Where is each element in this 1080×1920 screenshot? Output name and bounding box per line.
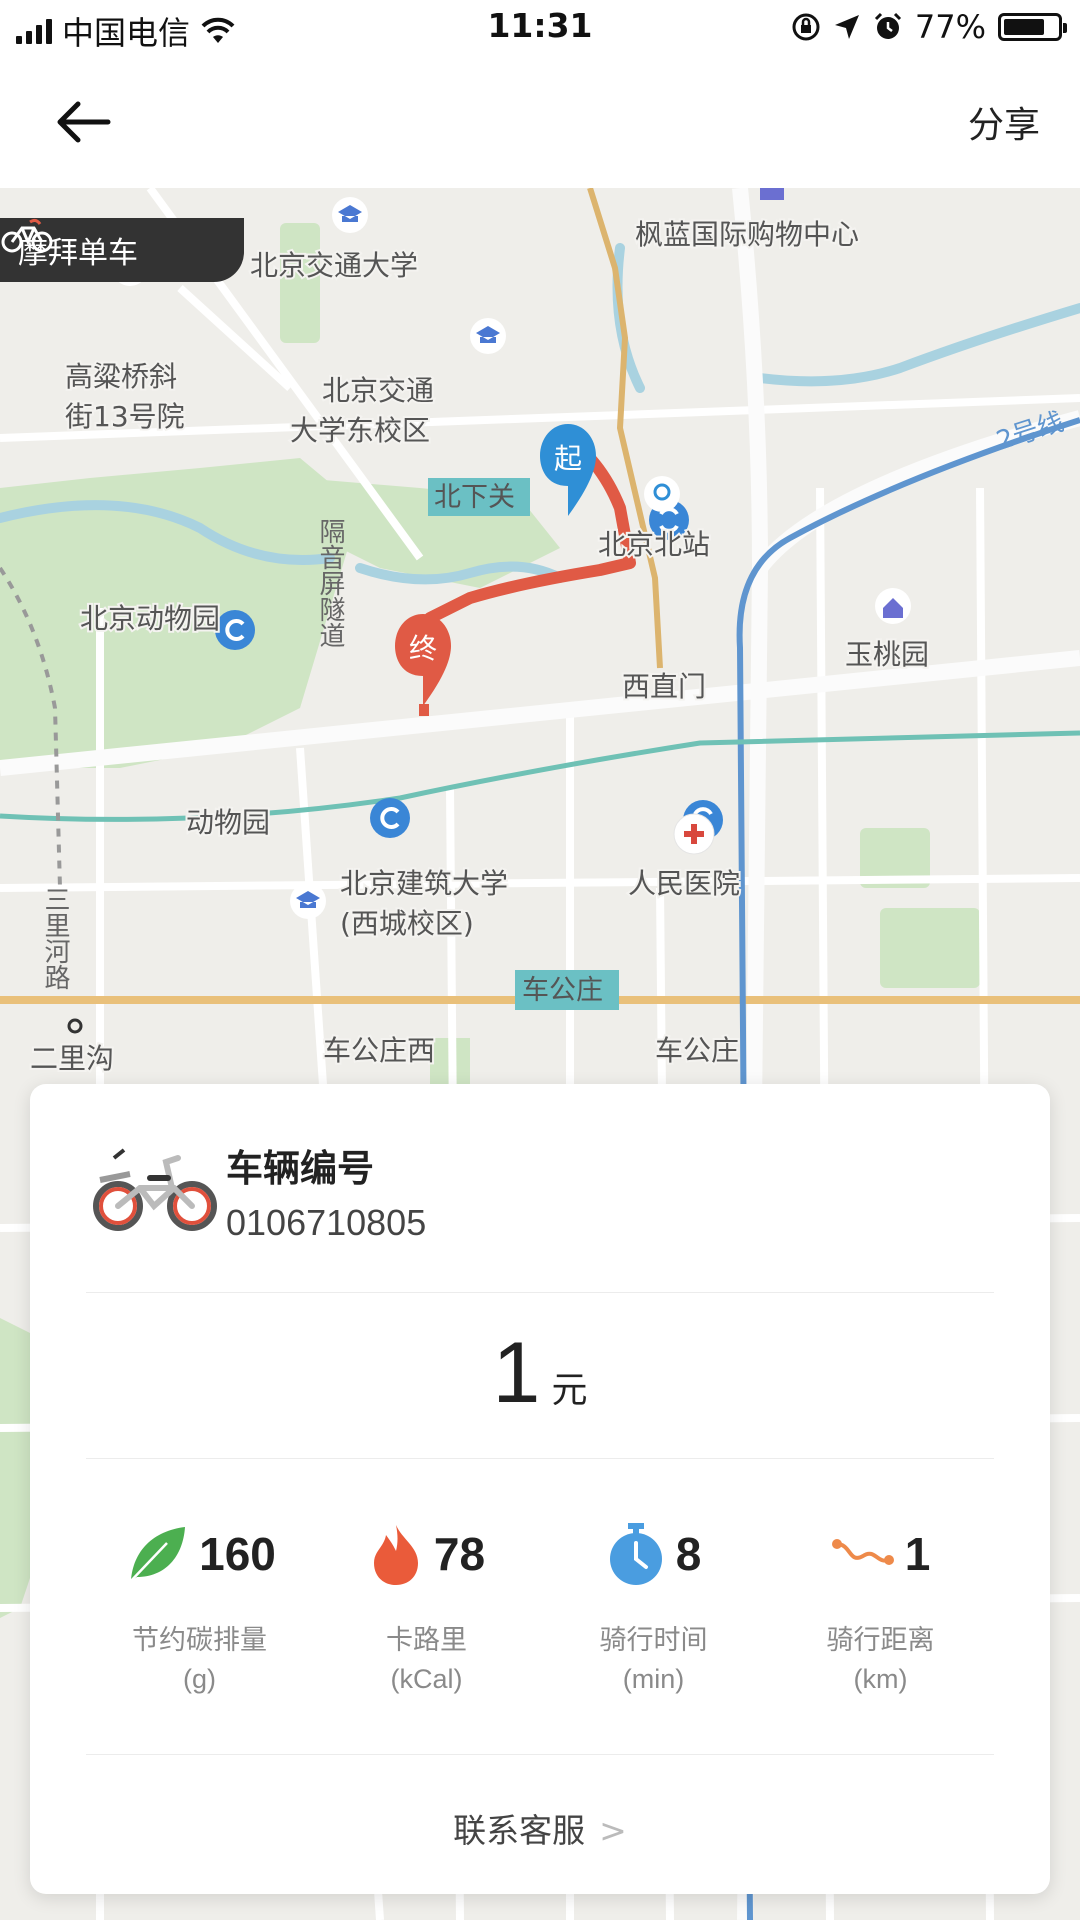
map-label: 车公庄西	[323, 1034, 435, 1067]
route-icon	[831, 1539, 894, 1565]
divider	[86, 1292, 994, 1293]
share-button[interactable]: 分享	[968, 96, 1040, 148]
divider	[86, 1754, 994, 1755]
vehicle-title: 车辆编号	[226, 1147, 374, 1190]
contact-support-button[interactable]: 联系客服 >	[30, 1804, 1050, 1852]
stat-unit: (g)	[183, 1664, 216, 1694]
map-station-box-label: 北下关	[434, 482, 515, 513]
battery-percent: 77%	[914, 8, 986, 46]
map-label: 车公庄	[655, 1034, 739, 1067]
map-label-vertical: 隔音屏隧道	[315, 518, 345, 648]
stat-unit: (km)	[853, 1664, 908, 1694]
vehicle-info: 车辆编号 0106710805	[226, 1138, 426, 1244]
bicycle-icon	[1, 218, 53, 253]
stat-label: 骑行时间	[599, 1625, 708, 1656]
status-right: 77%	[791, 8, 1067, 46]
start-marker-label: 起	[554, 442, 582, 475]
screen: 中国电信 11:31 77% 分享 起 终 北京交通大学 枫蓝国际购物中心 高粱…	[0, 0, 1080, 1920]
map-label: 二里沟	[30, 1042, 114, 1075]
map-label: 人民医院	[628, 867, 740, 900]
fare: 1 元	[30, 1324, 1050, 1423]
mobike-brand-badge: 摩拜单车	[0, 218, 244, 282]
map-label: 街13号院	[65, 400, 185, 433]
back-button[interactable]	[50, 94, 120, 150]
chevron-right-icon: >	[599, 1811, 627, 1850]
vehicle-number: 0106710805	[226, 1202, 427, 1243]
map-label-vertical: 三里河路	[40, 886, 70, 990]
fare-unit: 元	[551, 1370, 588, 1411]
trip-summary-card: 车辆编号 0106710805 1 元 160 节约碳排量 (g) 78 卡路里…	[30, 1084, 1050, 1894]
map-label: 北京建筑大学	[340, 867, 508, 900]
stat-label: 骑行距离	[826, 1625, 935, 1656]
flame-icon	[373, 1525, 418, 1585]
rotation-lock-icon	[792, 13, 820, 41]
map-label: 玉桃园	[845, 638, 929, 671]
start-marker: 起	[540, 424, 596, 516]
stat-value: 8	[675, 1528, 702, 1580]
map-label: 北京北站	[598, 528, 710, 561]
stat-label: 节约碳排量	[132, 1625, 267, 1656]
battery-icon	[998, 13, 1067, 41]
leaf-icon	[128, 1527, 186, 1584]
location-arrow-icon	[834, 15, 859, 39]
map-label: 枫蓝国际购物中心	[635, 218, 859, 251]
map-label: 西直门	[622, 670, 706, 703]
arrow-left-icon	[57, 101, 111, 143]
status-bar: 中国电信 11:31 77%	[0, 0, 1080, 56]
trip-stats: 160 节约碳排量 (g) 78 卡路里 (kCal) 8 骑行时间 (min)…	[86, 1514, 994, 1714]
stopwatch-icon	[609, 1523, 662, 1585]
stat-calories: 78 卡路里 (kCal)	[313, 1514, 540, 1714]
bike-image	[90, 1134, 220, 1244]
header: 分享	[0, 56, 1080, 188]
end-marker-label: 终	[409, 632, 437, 665]
stat-time: 8 骑行时间 (min)	[540, 1514, 767, 1714]
fare-value: 1	[492, 1325, 541, 1421]
stat-distance: 1 骑行距离 (km)	[767, 1514, 994, 1714]
map-line-label: 2号线	[993, 407, 1067, 457]
mobike-bicycle-icon	[93, 1148, 217, 1231]
contact-support-label: 联系客服	[453, 1811, 586, 1850]
stat-label: 卡路里	[386, 1625, 467, 1656]
divider	[86, 1458, 994, 1459]
end-marker: 终	[395, 614, 451, 716]
map-station-box-label: 车公庄	[522, 975, 603, 1006]
stat-value: 160	[199, 1528, 276, 1580]
map-label: 北京交通	[322, 374, 434, 407]
map-label: 大学东校区	[290, 414, 430, 447]
map-label: 高粱桥斜	[65, 360, 177, 393]
stat-value: 1	[904, 1528, 931, 1580]
stat-carbon: 160 节约碳排量 (g)	[86, 1514, 313, 1714]
alarm-icon	[874, 12, 901, 39]
map-label: (西城校区)	[340, 907, 474, 940]
stat-unit: (kCal)	[390, 1664, 463, 1694]
map-label: 北京动物园	[80, 602, 220, 635]
stat-value: 78	[433, 1528, 486, 1580]
map-label: 动物园	[186, 806, 270, 839]
map-label: 北京交通大学	[250, 249, 418, 282]
stat-unit: (min)	[622, 1664, 685, 1694]
